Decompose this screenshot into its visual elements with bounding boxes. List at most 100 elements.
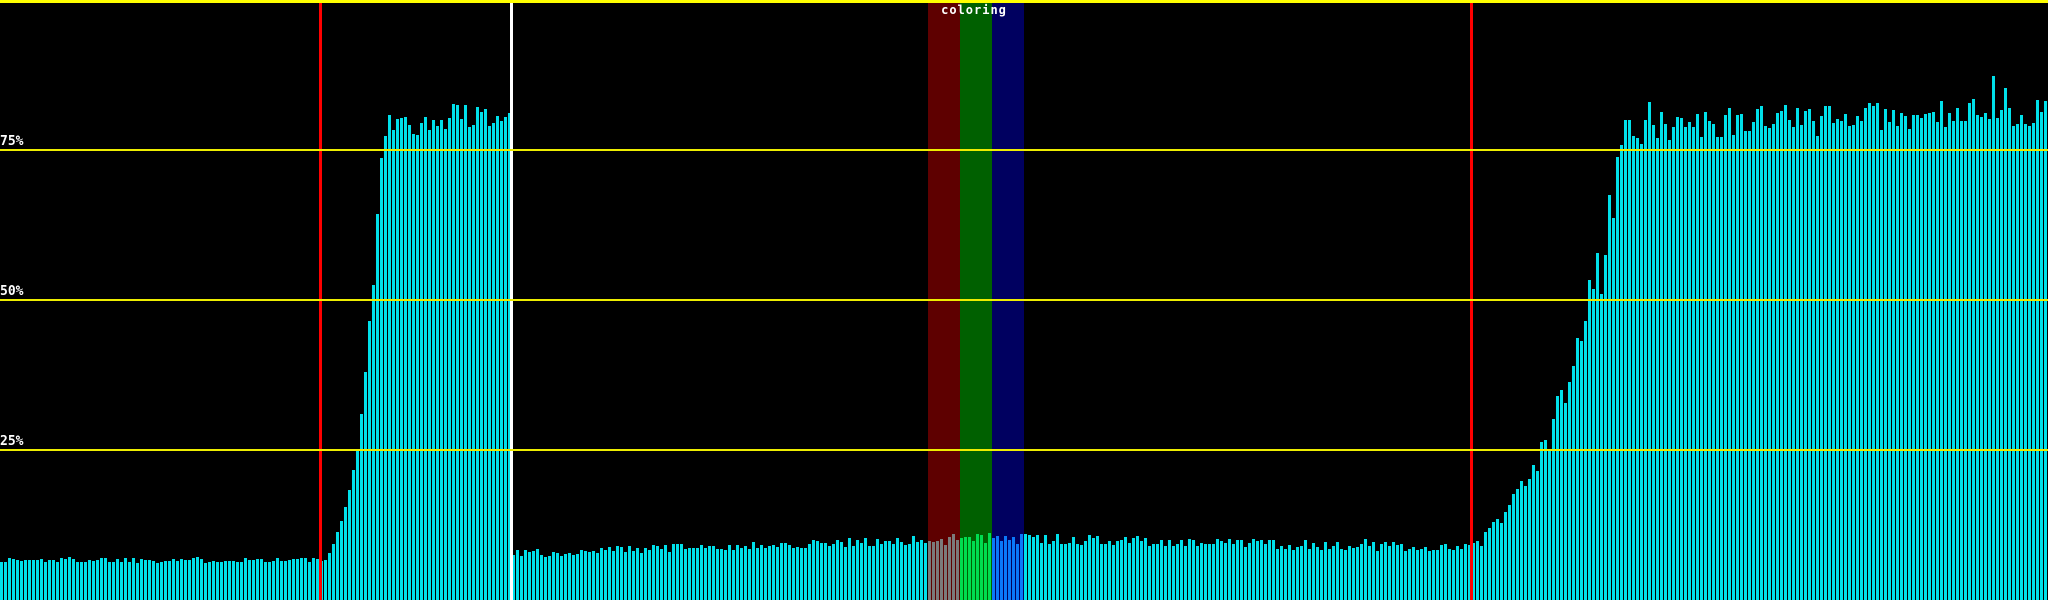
top-border-line — [0, 0, 2048, 3]
histogram-bar — [516, 550, 519, 600]
histogram-bar — [180, 559, 183, 600]
histogram-bar — [1104, 544, 1107, 600]
histogram-bar — [1564, 403, 1567, 600]
histogram-bar — [1300, 546, 1303, 600]
histogram-bar — [1760, 106, 1763, 600]
histogram-bar — [308, 562, 311, 600]
histogram-bar — [156, 563, 159, 600]
histogram-bar — [16, 560, 19, 600]
histogram-bar — [1764, 126, 1767, 600]
histogram-bar — [1272, 540, 1275, 600]
histogram-bar — [980, 535, 983, 600]
histogram-bar — [52, 560, 55, 600]
histogram-bar — [1480, 546, 1483, 600]
histogram-bar — [828, 546, 831, 600]
histogram-bar — [1232, 544, 1235, 600]
histogram-bar — [820, 543, 823, 600]
histogram-bar — [760, 545, 763, 600]
histogram-bar — [1160, 540, 1163, 600]
histogram-bar — [1516, 489, 1519, 600]
histogram-bar — [1188, 539, 1191, 600]
histogram-bar — [976, 534, 979, 600]
histogram-bar — [140, 559, 143, 600]
histogram-bar — [1312, 543, 1315, 600]
histogram-bar — [1680, 118, 1683, 600]
histogram-bar — [1332, 546, 1335, 600]
histogram-bar — [1852, 125, 1855, 600]
histogram-bar — [1980, 117, 1983, 600]
histogram-bar — [704, 548, 707, 600]
histogram-bar — [1304, 540, 1307, 600]
histogram-bar — [1952, 121, 1955, 600]
histogram-bar — [424, 117, 427, 600]
histogram-bar — [1248, 543, 1251, 600]
histogram-bar — [104, 558, 107, 600]
histogram-bar — [1140, 541, 1143, 600]
histogram-bar — [1624, 120, 1627, 600]
white-marker — [510, 3, 513, 600]
histogram-bar — [228, 561, 231, 600]
histogram-bar — [416, 135, 419, 600]
histogram-bar — [2020, 115, 2023, 600]
histogram-bar — [1308, 549, 1311, 600]
histogram-bar — [1816, 136, 1819, 600]
histogram-bar — [1584, 321, 1587, 600]
histogram-bar — [600, 548, 603, 600]
histogram-bar — [1588, 280, 1591, 600]
histogram-bar — [1088, 535, 1091, 600]
histogram-bar — [696, 548, 699, 600]
histogram-bar — [920, 540, 923, 600]
histogram-bar — [1032, 537, 1035, 600]
histogram-bar — [1092, 538, 1095, 600]
histogram-bar — [356, 450, 359, 600]
histogram-bar — [1536, 471, 1539, 600]
histogram-bar — [1292, 550, 1295, 600]
histogram-bar — [1636, 138, 1639, 600]
histogram-bar — [1364, 539, 1367, 600]
histogram-bar — [44, 562, 47, 600]
histogram-bar — [1376, 551, 1379, 600]
histogram-bar — [348, 490, 351, 600]
histogram-bar — [460, 119, 463, 600]
histogram-bar — [1284, 549, 1287, 600]
histogram-bar — [384, 136, 387, 600]
histogram-bar — [564, 554, 567, 600]
histogram-bar — [1900, 113, 1903, 600]
histogram-bar — [420, 123, 423, 600]
histogram-bar — [988, 533, 991, 600]
histogram-bar — [872, 546, 875, 600]
histogram-bar — [328, 553, 331, 600]
histogram-bar — [1108, 541, 1111, 600]
histogram-bar — [1716, 137, 1719, 600]
histogram-bar — [332, 544, 335, 600]
histogram-bar — [1580, 341, 1583, 600]
histogram-bar — [664, 545, 667, 600]
histogram-bar — [1244, 547, 1247, 600]
histogram-bar — [1532, 465, 1535, 600]
histogram-bar — [528, 552, 531, 600]
histogram-bar — [556, 553, 559, 600]
histogram-bar — [1020, 534, 1023, 600]
histogram-bar — [200, 559, 203, 600]
histogram-bar — [168, 561, 171, 600]
histogram-bar — [1176, 544, 1179, 600]
histogram-bar — [1644, 120, 1647, 600]
histogram-bar — [1872, 106, 1875, 600]
histogram-bar — [224, 561, 227, 600]
histogram-bar — [1416, 550, 1419, 600]
histogram-bar — [1712, 124, 1715, 600]
histogram-bar — [1388, 546, 1391, 600]
histogram-bar — [1904, 116, 1907, 600]
histogram-bar — [924, 543, 927, 600]
histogram-bar — [1344, 550, 1347, 600]
histogram-bar — [1656, 138, 1659, 600]
histogram-bar — [2024, 124, 2027, 600]
histogram-bar — [1164, 546, 1167, 600]
histogram-bar — [780, 543, 783, 600]
histogram-bar — [960, 538, 963, 600]
histogram-bar — [436, 126, 439, 600]
histogram-bar — [1444, 544, 1447, 600]
histogram-bar — [448, 118, 451, 600]
histogram-bar — [1608, 195, 1611, 600]
histogram-bar — [748, 549, 751, 600]
